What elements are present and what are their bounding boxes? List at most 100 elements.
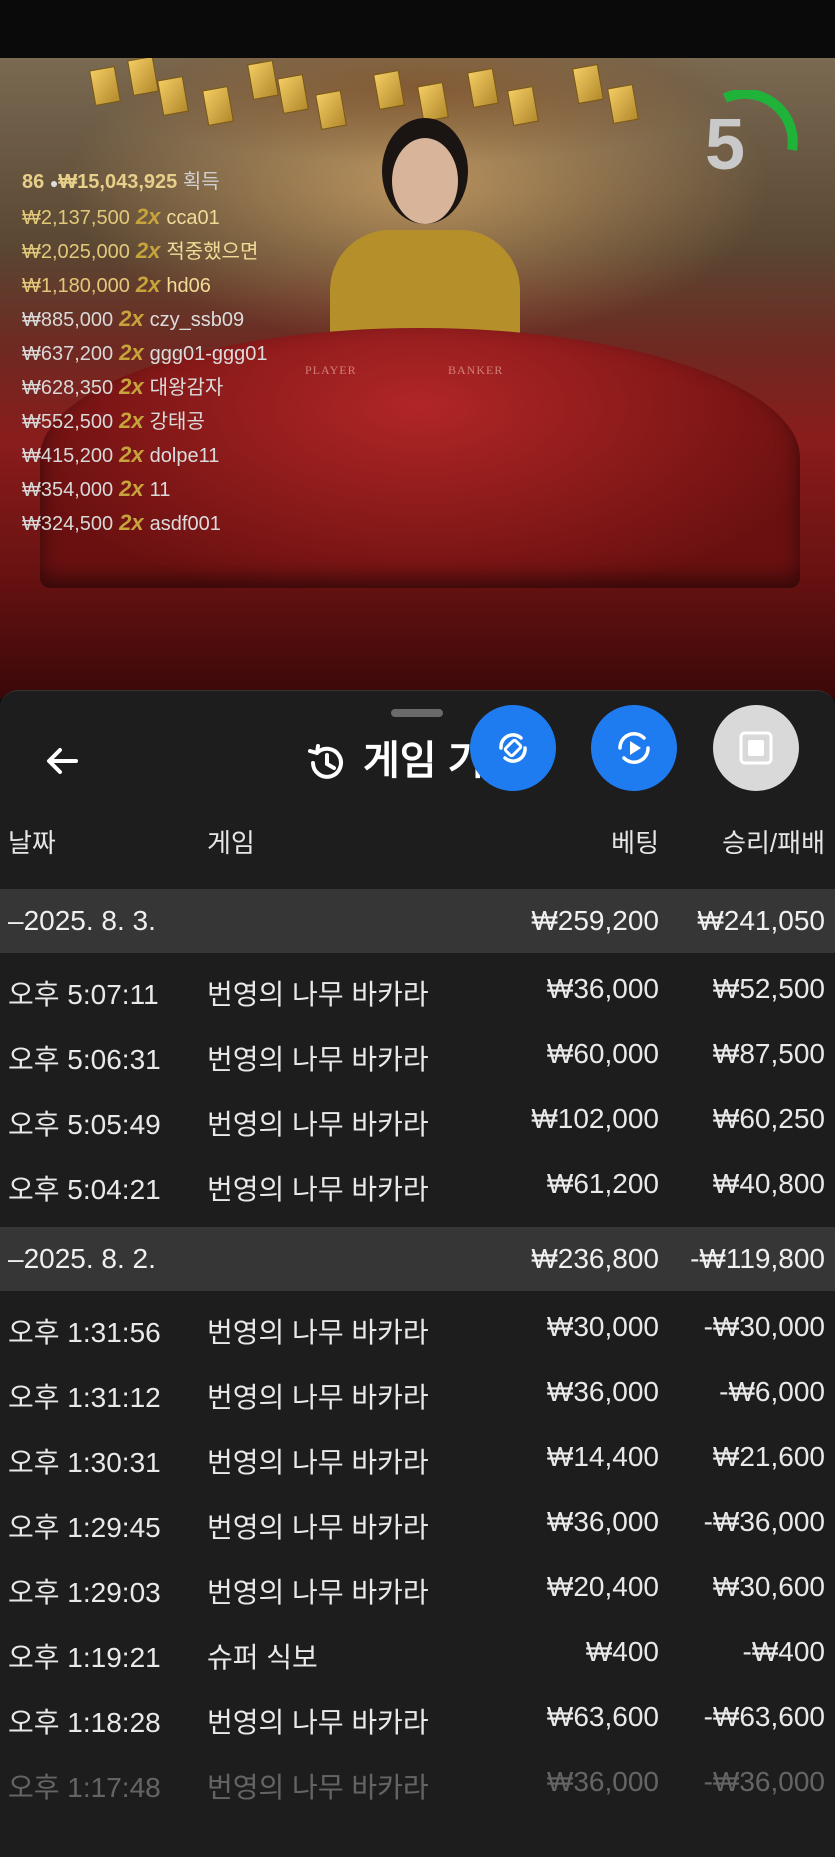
stop-icon — [739, 731, 773, 765]
row-time: 오후 5:07:11 — [8, 979, 159, 1010]
live-video-area[interactable]: PLAYER BANKER 5 86 ●₩15,043,925 획득 ₩2,13… — [0, 58, 835, 698]
winners-total-amount: ₩15,043,925 — [58, 171, 178, 193]
row-bet: ₩36,000 — [546, 1766, 659, 1797]
drag-handle[interactable] — [391, 709, 443, 717]
row-result: -₩63,600 — [703, 1701, 825, 1732]
row-bet: ₩14,400 — [546, 1441, 659, 1472]
row-result: -₩6,000 — [719, 1376, 825, 1407]
winner-name: 11 — [149, 479, 171, 501]
row-result: ₩21,600 — [712, 1441, 825, 1472]
winner-multiplier: 2x — [119, 408, 144, 433]
winner-multiplier: 2x — [135, 272, 161, 297]
row-result: -₩30,000 — [703, 1311, 825, 1342]
row-result: ₩87,500 — [712, 1038, 825, 1069]
winner-name: asdf001 — [149, 513, 221, 535]
status-bar — [0, 0, 835, 58]
winner-multiplier: 2x — [119, 374, 144, 399]
winner-row: ₩415,200 2x dolpe11 — [22, 438, 362, 472]
table-row[interactable]: 오후 5:06:31 번영의 나무 바카라 ₩60,000 ₩87,500 — [0, 1022, 835, 1086]
winner-multiplier: 2x — [119, 442, 144, 467]
winner-amount: ₩637,200 — [22, 343, 114, 365]
winner-amount: ₩885,000 — [22, 309, 114, 331]
row-game: 번영의 나무 바카라 — [207, 1382, 429, 1413]
table-row[interactable]: 오후 1:29:45 번영의 나무 바카라 ₩36,000 -₩36,000 — [0, 1490, 835, 1554]
row-game: 번영의 나무 바카라 — [207, 1512, 429, 1543]
winner-name: dolpe11 — [149, 445, 220, 467]
row-time: 오후 1:30:31 — [8, 1447, 161, 1478]
winner-amount: ₩415,200 — [22, 445, 114, 467]
winner-name: 강태공 — [149, 411, 205, 433]
page-title: 게임 기 — [305, 731, 485, 791]
table-row[interactable]: 오후 1:17:48 번영의 나무 바카라 ₩36,000 -₩36,000 — [0, 1750, 835, 1814]
winner-multiplier: 2x — [119, 510, 144, 535]
table-row[interactable]: 오후 1:29:03 번영의 나무 바카라 ₩20,400 ₩30,600 — [0, 1555, 835, 1619]
table-row[interactable]: 오후 1:19:21 슈퍼 식보 ₩400 -₩400 — [0, 1620, 835, 1684]
row-result: ₩60,250 — [712, 1103, 825, 1134]
winner-amount: ₩628,350 — [22, 377, 114, 399]
row-game: 슈퍼 식보 — [207, 1642, 318, 1673]
row-game: 번영의 나무 바카라 — [207, 1577, 429, 1608]
winner-multiplier: 2x — [119, 476, 144, 501]
winner-row: ₩324,500 2x asdf001 — [22, 506, 362, 540]
replay-button[interactable] — [591, 705, 677, 791]
row-result: ₩40,800 — [712, 1168, 825, 1199]
winner-name: cca01 — [166, 207, 220, 229]
row-time: 오후 1:31:56 — [8, 1317, 161, 1348]
table-row[interactable]: 오후 1:31:56 번영의 나무 바카라 ₩30,000 -₩30,000 — [0, 1295, 835, 1359]
winner-name: czy_ssb09 — [149, 309, 245, 331]
winners-total-label: 획득 — [182, 171, 220, 193]
table-row[interactable]: 오후 5:04:21 번영의 나무 바카라 ₩61,200 ₩40,800 — [0, 1152, 835, 1216]
stop-button[interactable] — [713, 705, 799, 791]
table-row[interactable]: 오후 5:07:11 번영의 나무 바카라 ₩36,000 ₩52,500 — [0, 957, 835, 1021]
date-group-header[interactable]: –2025. 8. 3. ₩259,200 ₩241,050 — [0, 889, 835, 953]
winner-amount: ₩2,137,500 — [22, 207, 130, 229]
winner-amount: ₩1,180,000 — [22, 275, 130, 297]
row-bet: ₩63,600 — [546, 1701, 659, 1732]
winner-name: ggg01-ggg01 — [149, 343, 268, 365]
col-result: 승리/패배 — [722, 828, 825, 858]
winner-row: ₩552,500 2x 강태공 — [22, 404, 362, 438]
winner-multiplier: 2x — [135, 238, 161, 263]
winner-amount: ₩354,000 — [22, 479, 114, 501]
winner-row: ₩2,137,500 2x cca01 — [22, 200, 362, 234]
row-time: 오후 1:18:28 — [8, 1707, 161, 1738]
row-time: 오후 1:29:03 — [8, 1577, 161, 1608]
table-row[interactable]: 오후 1:31:12 번영의 나무 바카라 ₩36,000 -₩6,000 — [0, 1360, 835, 1424]
row-time: 오후 1:31:12 — [8, 1382, 161, 1413]
row-bet: ₩102,000 — [531, 1103, 659, 1134]
winner-multiplier: 2x — [135, 204, 161, 229]
group-bet: ₩259,200 — [531, 905, 659, 936]
group-result: -₩119,800 — [690, 1243, 825, 1274]
winner-row: ₩2,025,000 2x 적중했으면 — [22, 234, 362, 268]
table-row[interactable]: 오후 1:18:28 번영의 나무 바카라 ₩63,600 -₩63,600 — [0, 1685, 835, 1749]
winner-name: hd06 — [166, 275, 211, 297]
row-result: ₩30,600 — [712, 1571, 825, 1602]
row-game: 번영의 나무 바카라 — [207, 979, 429, 1010]
screen-rotate-icon — [499, 733, 527, 763]
row-bet: ₩30,000 — [546, 1311, 659, 1342]
table-row[interactable]: 오후 5:05:49 번영의 나무 바카라 ₩102,000 ₩60,250 — [0, 1087, 835, 1151]
countdown-number: 5 — [704, 105, 746, 185]
row-bet: ₩61,200 — [546, 1168, 659, 1199]
arrow-left-icon[interactable] — [42, 741, 82, 781]
table-header: 날짜 게임 베팅 승리/패배 — [0, 801, 835, 871]
history-clock-icon — [308, 744, 343, 780]
group-date: –2025. 8. 3. — [8, 905, 156, 936]
row-time: 오후 5:06:31 — [8, 1044, 161, 1075]
col-date: 날짜 — [8, 828, 56, 858]
winner-amount: ₩2,025,000 — [22, 241, 130, 263]
row-bet: ₩36,000 — [546, 973, 659, 1004]
row-game: 번영의 나무 바카라 — [207, 1772, 429, 1803]
person-icon: ● — [49, 175, 59, 191]
group-date: –2025. 8. 2. — [8, 1243, 156, 1274]
group-bet: ₩236,800 — [531, 1243, 659, 1274]
row-result: -₩36,000 — [703, 1506, 825, 1537]
row-bet: ₩36,000 — [546, 1376, 659, 1407]
winner-name: 적중했으면 — [166, 241, 259, 263]
col-game: 게임 — [207, 828, 255, 858]
winner-row: ₩354,000 2x 11 — [22, 472, 362, 506]
row-game: 번영의 나무 바카라 — [207, 1174, 429, 1205]
rotate-screen-button[interactable] — [470, 705, 556, 791]
date-group-header[interactable]: –2025. 8. 2. ₩236,800 -₩119,800 — [0, 1227, 835, 1291]
table-row[interactable]: 오후 1:30:31 번영의 나무 바카라 ₩14,400 ₩21,600 — [0, 1425, 835, 1489]
